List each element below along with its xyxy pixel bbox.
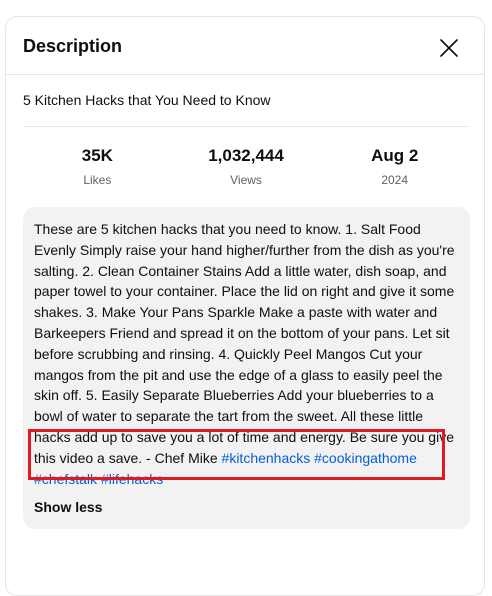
- upload-date: Aug 2: [371, 146, 419, 165]
- panel-header: Description: [6, 17, 484, 75]
- likes-stat: 35K Likes: [23, 145, 172, 193]
- hashtag-link[interactable]: #kitchenhacks: [222, 450, 311, 466]
- divider: [23, 126, 469, 127]
- likes-label: Likes: [83, 173, 112, 187]
- description-text: These are 5 kitchen hacks that you need …: [34, 219, 460, 489]
- description-body: These are 5 kitchen hacks that you need …: [34, 221, 455, 466]
- hashtag-link[interactable]: #lifehacks: [101, 471, 163, 487]
- description-box: These are 5 kitchen hacks that you need …: [23, 207, 470, 529]
- views-count: 1,032,444: [208, 146, 284, 165]
- video-title: 5 Kitchen Hacks that You Need to Know: [23, 92, 271, 108]
- hashtag-link[interactable]: #chefstalk: [34, 471, 97, 487]
- views-stat: 1,032,444 Views: [172, 145, 321, 193]
- views-label: Views: [230, 173, 262, 187]
- hashtag-link[interactable]: #cookingathome: [314, 450, 417, 466]
- date-stat: Aug 2 2024: [320, 145, 469, 193]
- likes-count: 35K: [81, 146, 113, 165]
- upload-year: 2024: [381, 173, 409, 187]
- close-icon: [440, 39, 458, 57]
- panel-title: Description: [23, 36, 123, 56]
- close-button[interactable]: [434, 33, 464, 63]
- description-panel: Description 5 Kitchen Hacks that You Nee…: [5, 16, 485, 596]
- stats-row: 35K Likes 1,032,444 Views Aug 2 2024: [23, 145, 469, 193]
- show-less-button[interactable]: Show less: [34, 499, 102, 515]
